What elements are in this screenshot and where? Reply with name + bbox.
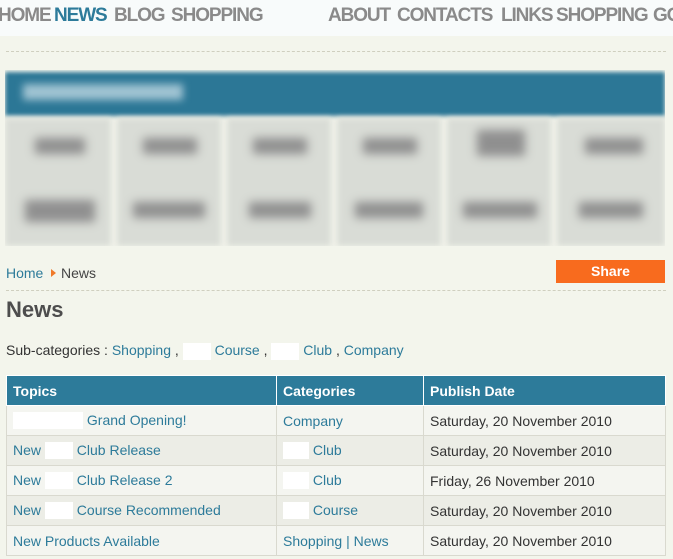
nav-item-home[interactable]: HOME (0, 5, 52, 27)
nav-item-about[interactable]: ABOUT (328, 5, 391, 27)
banner-image (5, 70, 665, 246)
publish-date: Saturday, 20 November 2010 (423, 405, 666, 436)
publish-date: Saturday, 20 November 2010 (423, 495, 666, 526)
topic-link[interactable]: New Products Available (13, 533, 160, 549)
topic-cell[interactable]: Grand Opening! (6, 405, 277, 436)
topic-link[interactable]: Club Release (77, 442, 161, 458)
category-link[interactable]: Shopping (283, 533, 342, 549)
divider (6, 51, 666, 52)
nav-item-blog[interactable]: BLOG (114, 5, 166, 27)
category-link[interactable]: News (354, 533, 389, 549)
column-header-topics[interactable]: Topics (6, 375, 277, 406)
share-button[interactable]: Share (556, 260, 665, 283)
topic-cell[interactable]: New Club Release 2 (6, 465, 277, 496)
redacted-text (271, 342, 300, 360)
banner-tile (557, 118, 665, 246)
subcategory-link-course[interactable]: Course (215, 342, 260, 358)
nav-item-shopping[interactable]: SHOPPING (171, 5, 264, 27)
banner-tile (117, 118, 221, 246)
subcategory-link-shopping[interactable]: Shopping (112, 342, 171, 358)
topic-cell[interactable]: New Club Release (6, 435, 277, 466)
page-title: News (6, 297, 64, 322)
banner-tile (227, 118, 331, 246)
table-row: New Club Release 2 Club Friday, 26 Novem… (6, 465, 666, 496)
table-header-row: Topics Categories Publish Date (6, 375, 666, 406)
banner-tile (337, 118, 441, 246)
nav-item-links[interactable]: LINKS (501, 5, 554, 27)
top-navigation: HOME NEWS BLOG SHOPPING ABOUT CONTACTS L… (0, 0, 673, 36)
redacted-text (182, 342, 211, 360)
table-row: New Course Recommended Course Saturday, … (6, 495, 666, 526)
column-header-publish-date[interactable]: Publish Date (423, 375, 666, 406)
category-link[interactable]: Course (313, 502, 358, 518)
nav-item-news[interactable]: NEWS (54, 5, 108, 27)
topic-link[interactable]: Club Release 2 (77, 472, 173, 488)
column-header-categories[interactable]: Categories (276, 375, 424, 406)
breadcrumb-home-link[interactable]: Home (6, 265, 43, 281)
nav-item-contacts[interactable]: CONTACTS (397, 5, 493, 27)
category-cell[interactable]: Club (276, 465, 424, 496)
table-row: New Products Available Shopping | News S… (6, 525, 666, 556)
banner-tile (447, 118, 551, 246)
topic-cell[interactable]: New Course Recommended (6, 495, 277, 526)
category-cell[interactable]: Club (276, 435, 424, 466)
category-link[interactable]: Company (283, 413, 343, 429)
news-table: Topics Categories Publish Date Grand Ope… (6, 375, 666, 556)
table-row: New Club Release Club Saturday, 20 Novem… (6, 435, 666, 466)
category-cell[interactable]: Shopping | News (276, 525, 424, 556)
banner-tile (5, 118, 111, 246)
banner-title-blurred (23, 84, 183, 100)
category-cell[interactable]: Course (276, 495, 424, 526)
category-cell[interactable]: Company (276, 405, 424, 436)
topic-link[interactable]: Course Recommended (77, 502, 221, 518)
subcategory-link-club[interactable]: Club (303, 342, 332, 358)
divider (6, 290, 666, 291)
topic-link[interactable]: Grand Opening! (87, 412, 187, 428)
topic-cell[interactable]: New Products Available (6, 525, 277, 556)
nav-item-shopping-2[interactable]: SHOPPING (556, 5, 649, 27)
nav-item-go[interactable]: GO (653, 5, 673, 27)
category-link[interactable]: Club (313, 472, 342, 488)
subcategories-label: Sub-categories : (6, 342, 108, 358)
breadcrumb-current: News (61, 265, 97, 281)
subcategories: Sub-categories : Shopping , Course , Clu… (6, 342, 404, 360)
subcategory-link-company[interactable]: Company (344, 342, 404, 358)
publish-date: Saturday, 20 November 2010 (423, 525, 666, 556)
category-link[interactable]: Club (313, 442, 342, 458)
table-row: Grand Opening! Company Saturday, 20 Nove… (6, 405, 666, 436)
publish-date: Saturday, 20 November 2010 (423, 435, 666, 466)
breadcrumb-separator-icon (51, 269, 56, 277)
publish-date: Friday, 26 November 2010 (423, 465, 666, 496)
